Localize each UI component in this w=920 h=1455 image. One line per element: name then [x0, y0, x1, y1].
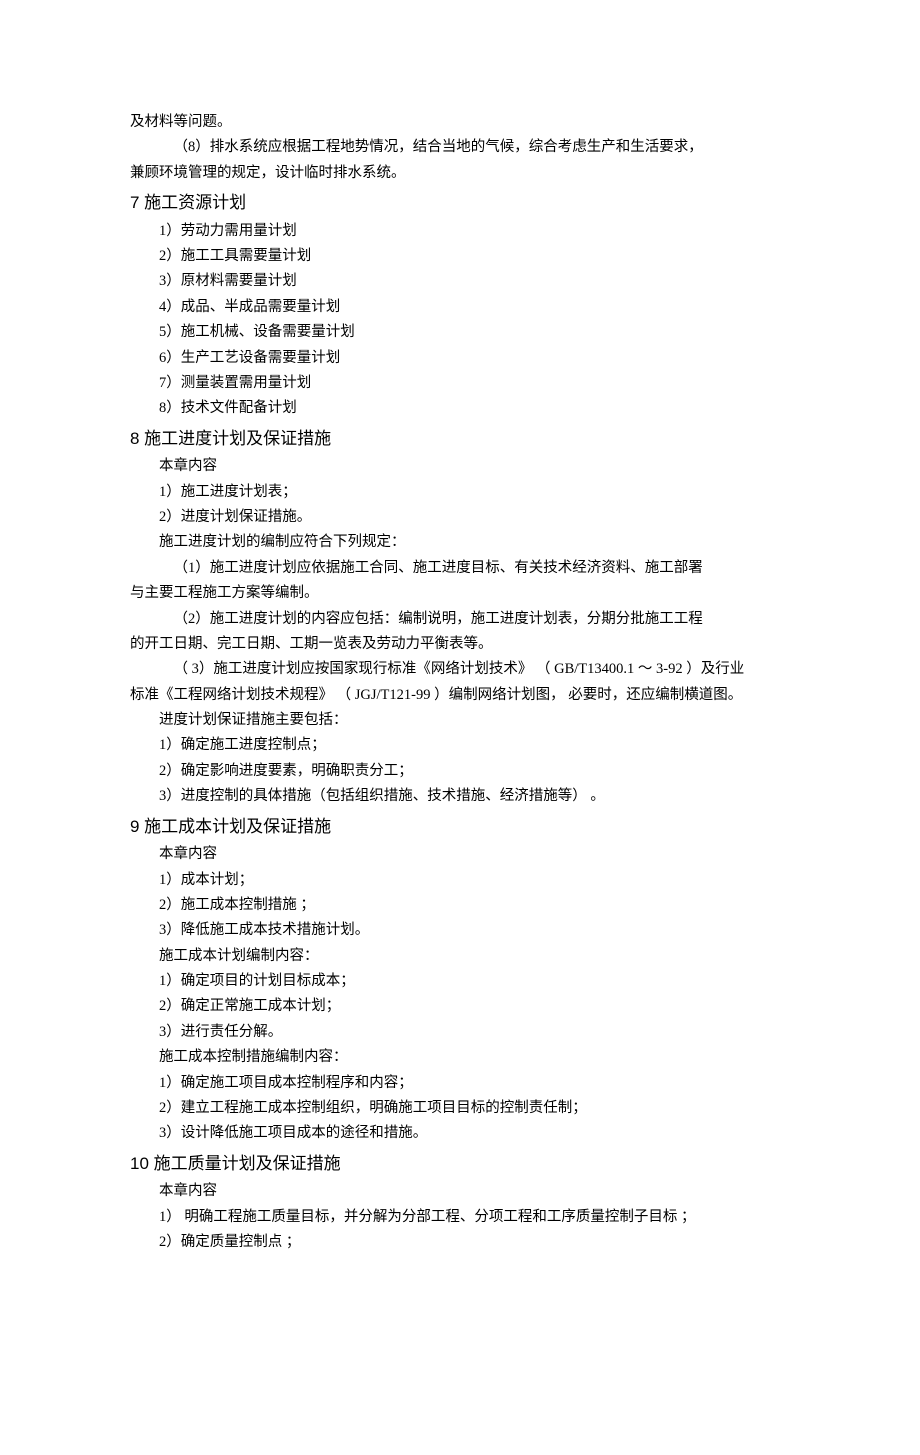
body-text: （2）施工进度计划的内容应包括：编制说明，施工进度计划表，分期分批施工工程 [130, 607, 790, 632]
body-text: 标准《工程网络计划技术规程》 （ JGJ/T121-99 ）编制网络计划图， 必… [130, 683, 790, 708]
section-8-heading: 8 施工进度计划及保证措施 [130, 424, 790, 455]
body-text: （ 3）施工进度计划应按国家现行标准《网络计划技术》 （ GB/T13400.1… [130, 657, 790, 682]
section-7-heading: 7 施工资源计划 [130, 188, 790, 219]
list-item: 1）成本计划； [130, 868, 790, 893]
list-item: 1）确定施工进度控制点； [130, 733, 790, 758]
body-text: 与主要工程施工方案等编制。 [130, 581, 790, 606]
body-text: 本章内容 [130, 842, 790, 867]
section-9-heading: 9 施工成本计划及保证措施 [130, 812, 790, 843]
list-item: 1）确定项目的计划目标成本； [130, 969, 790, 994]
list-item: 2）进度计划保证措施。 [130, 505, 790, 530]
list-item: 3）进行责任分解。 [130, 1020, 790, 1045]
list-item: 2）施工成本控制措施 ； [130, 893, 790, 918]
list-item: 7）测量装置需用量计划 [130, 371, 790, 396]
document-page: 及材料等问题。 （8）排水系统应根据工程地势情况，结合当地的气候，综合考虑生产和… [0, 0, 920, 1455]
body-text: （1）施工进度计划应依据施工合同、施工进度目标、有关技术经济资料、施工部署 [130, 556, 790, 581]
list-item: 1）确定施工项目成本控制程序和内容； [130, 1071, 790, 1096]
body-text: 的开工日期、完工日期、工期一览表及劳动力平衡表等。 [130, 632, 790, 657]
list-item: 2）确定影响进度要素，明确职责分工； [130, 759, 790, 784]
body-text: 本章内容 [130, 454, 790, 479]
list-item: 8）技术文件配备计划 [130, 396, 790, 421]
body-text: 本章内容 [130, 1179, 790, 1204]
body-text: 及材料等问题。 [130, 110, 790, 135]
body-text: （8）排水系统应根据工程地势情况，结合当地的气候，综合考虑生产和生活要求， [130, 135, 790, 160]
list-item: 3）进度控制的具体措施（包括组织措施、技术措施、经济措施等） 。 [130, 784, 790, 809]
list-item: 1）施工进度计划表； [130, 480, 790, 505]
list-item: 3）设计降低施工项目成本的途径和措施。 [130, 1121, 790, 1146]
list-item: 1） 明确工程施工质量目标，并分解为分部工程、分项工程和工序质量控制子目标 ； [130, 1205, 790, 1230]
list-item: 5）施工机械、设备需要量计划 [130, 320, 790, 345]
section-10-heading: 10 施工质量计划及保证措施 [130, 1149, 790, 1180]
body-text: 施工成本计划编制内容： [130, 944, 790, 969]
list-item: 3）原材料需要量计划 [130, 269, 790, 294]
body-text: 兼顾环境管理的规定，设计临时排水系统。 [130, 161, 790, 186]
list-item: 4）成品、半成品需要量计划 [130, 295, 790, 320]
list-item: 2）确定质量控制点 ； [130, 1230, 790, 1255]
list-item: 1）劳动力需用量计划 [130, 219, 790, 244]
list-item: 2）确定正常施工成本计划； [130, 994, 790, 1019]
body-text: 施工进度计划的编制应符合下列规定： [130, 530, 790, 555]
body-text: 进度计划保证措施主要包括： [130, 708, 790, 733]
list-item: 6）生产工艺设备需要量计划 [130, 346, 790, 371]
body-text: 施工成本控制措施编制内容： [130, 1045, 790, 1070]
list-item: 2）施工工具需要量计划 [130, 244, 790, 269]
list-item: 2）建立工程施工成本控制组织，明确施工项目目标的控制责任制； [130, 1096, 790, 1121]
list-item: 3）降低施工成本技术措施计划。 [130, 918, 790, 943]
